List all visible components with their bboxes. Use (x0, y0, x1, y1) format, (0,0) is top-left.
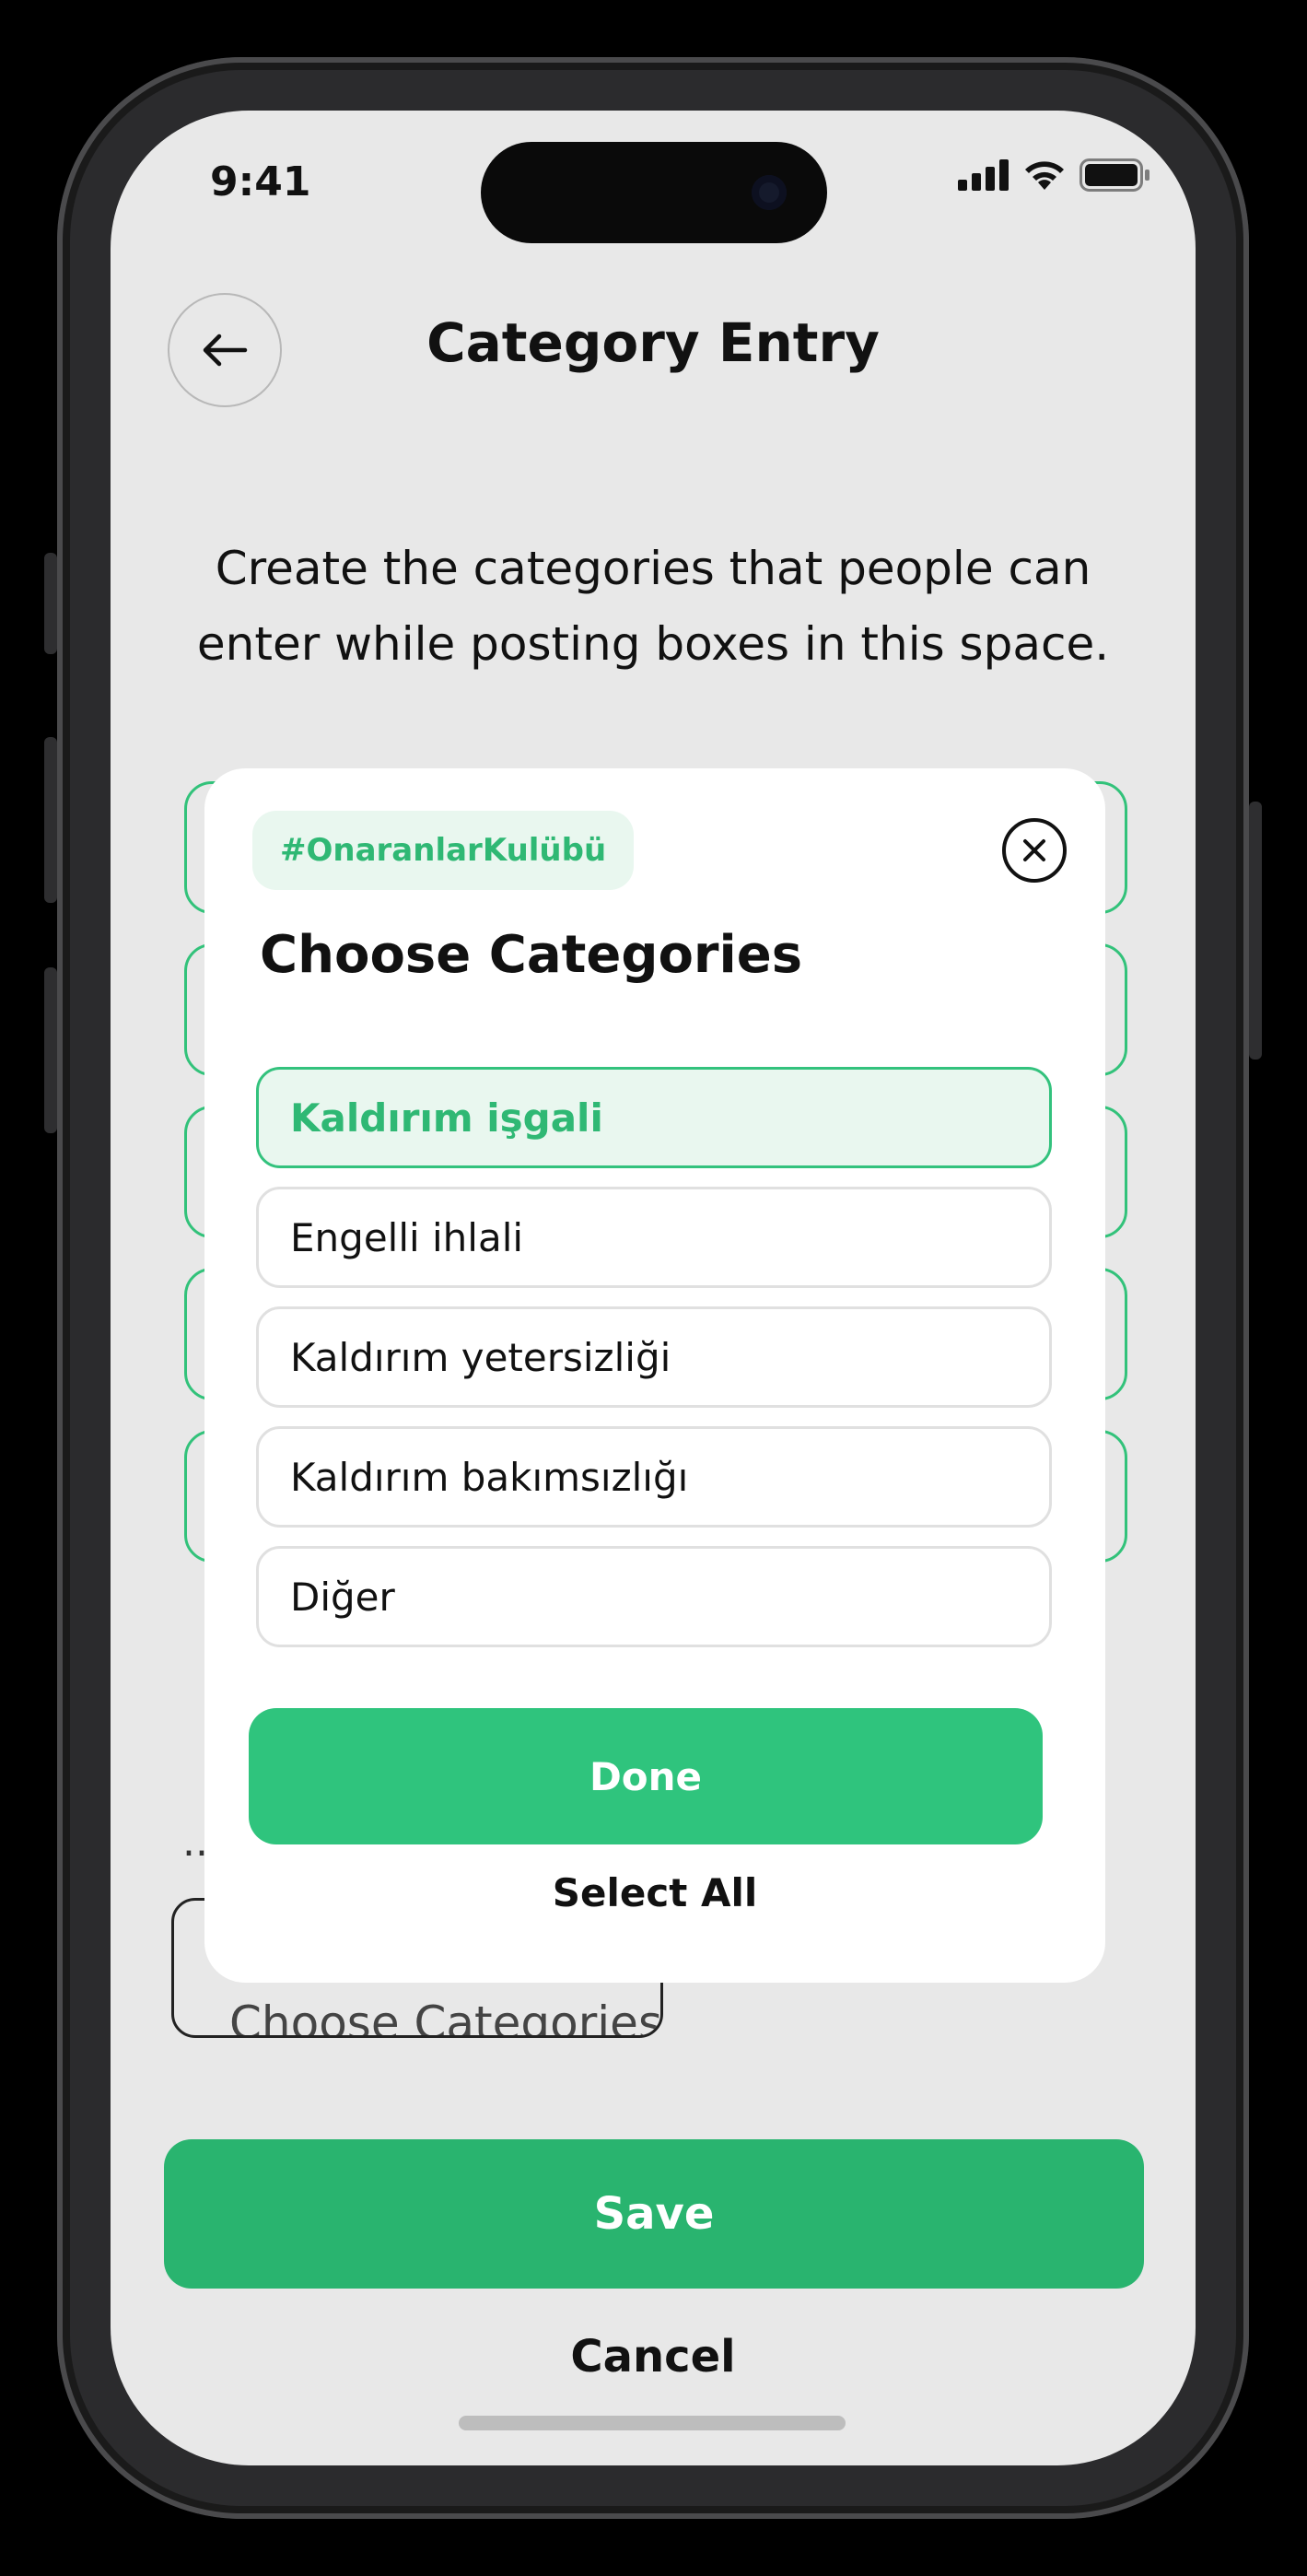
battery-icon (1079, 158, 1149, 192)
select-all-button[interactable]: Select All (204, 1870, 1105, 1915)
side-button-volume-up (44, 737, 57, 903)
close-button[interactable] (1002, 818, 1067, 883)
camera-lens (752, 175, 787, 210)
cancel-button[interactable]: Cancel (111, 2331, 1196, 2383)
side-button-action (44, 553, 57, 654)
dynamic-island (481, 142, 827, 243)
category-option[interactable]: Kaldırım bakımsızlığı (256, 1426, 1052, 1528)
choose-categories-label: Choose Categories (229, 1996, 662, 2038)
side-button-volume-down (44, 967, 57, 1133)
screen: 9:41 Category Entry Create the categorie… (111, 111, 1196, 2465)
page-title: Category Entry (426, 311, 880, 374)
signal-icon (958, 159, 1009, 191)
page-description: Create the categories that people can en… (196, 542, 1110, 671)
category-option[interactable]: Engelli ihlali (256, 1187, 1052, 1288)
status-time: 9:41 (210, 158, 311, 205)
choose-categories-modal: #OnaranlarKulübü Choose Categories Kaldı… (204, 768, 1105, 1983)
category-option[interactable]: Diğer (256, 1546, 1052, 1647)
close-icon (1023, 839, 1045, 861)
side-button-power (1249, 802, 1262, 1060)
category-options: Kaldırım işgali Engelli ihlali Kaldırım … (256, 1067, 1052, 1666)
save-button[interactable]: Save (164, 2139, 1144, 2289)
home-indicator (459, 2416, 846, 2430)
status-icons (958, 158, 1151, 192)
category-option-selected[interactable]: Kaldırım işgali (256, 1067, 1052, 1168)
space-tag-chip: #OnaranlarKulübü (252, 811, 635, 890)
done-button[interactable]: Done (249, 1708, 1043, 1844)
category-option[interactable]: Kaldırım yetersizliği (256, 1306, 1052, 1408)
modal-title: Choose Categories (260, 925, 803, 985)
wifi-icon (1025, 161, 1064, 190)
